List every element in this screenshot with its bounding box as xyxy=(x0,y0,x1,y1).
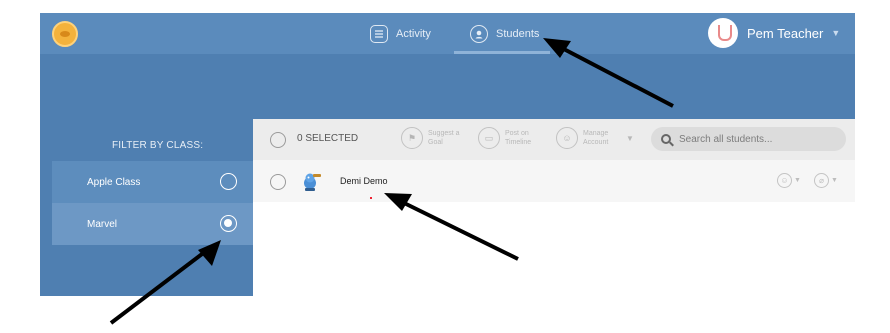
nav-activity[interactable]: Activity xyxy=(370,22,431,46)
chevron-down-icon: ▼ xyxy=(626,134,634,143)
nav-students-label: Students xyxy=(496,28,540,40)
class-radio-selected[interactable] xyxy=(220,215,237,232)
row-attach-action[interactable]: ⌀ ▼ xyxy=(814,173,838,188)
class-item-apple-class[interactable]: Apple Class xyxy=(52,161,253,203)
suggest-goal-button[interactable]: ⚑ Suggest a Goal xyxy=(401,127,462,149)
class-item-marvel[interactable]: Marvel xyxy=(52,203,253,245)
search-input[interactable]: Search all students... xyxy=(651,127,846,151)
chevron-down-icon: ▼ xyxy=(831,28,841,38)
post-timeline-button[interactable]: ▭ Post on Timeline xyxy=(478,127,543,149)
row-checkbox[interactable] xyxy=(270,174,286,190)
list-icon xyxy=(370,25,388,43)
filter-by-class-label: FILTER BY CLASS: xyxy=(112,140,204,151)
class-label: Apple Class xyxy=(87,176,141,188)
chevron-down-icon: ▼ xyxy=(794,177,801,184)
select-all-checkbox[interactable] xyxy=(270,132,286,148)
search-icon xyxy=(661,134,671,144)
active-tab-indicator xyxy=(454,51,550,54)
student-avatar xyxy=(304,173,321,191)
search-placeholder: Search all students... xyxy=(679,133,773,145)
message-icon: ▭ xyxy=(478,127,500,149)
post-timeline-label: Post on Timeline xyxy=(505,130,532,146)
table-row[interactable]: Demi Demo ☺ ▼ ⌀ ▼ xyxy=(253,160,855,202)
nav-activity-label: Activity xyxy=(396,28,431,40)
user-menu[interactable]: Pem Teacher ▼ xyxy=(708,18,840,48)
app-window: Activity Students Pem Teacher ▼ FILTER B… xyxy=(40,13,855,296)
user-icon: ☺ xyxy=(556,127,578,149)
app-logo[interactable] xyxy=(52,21,78,47)
user-avatar xyxy=(708,18,738,48)
top-bar: Activity Students Pem Teacher ▼ xyxy=(40,13,855,54)
chevron-down-icon: ▼ xyxy=(831,177,838,184)
indicator-dot xyxy=(370,197,372,199)
student-name[interactable]: Demi Demo xyxy=(340,176,388,186)
class-label: Marvel xyxy=(87,218,118,230)
paperclip-icon: ⌀ xyxy=(814,173,829,188)
class-radio[interactable] xyxy=(220,173,237,190)
flag-icon: ⚑ xyxy=(401,127,423,149)
manage-account-label: Manage Account xyxy=(583,130,609,146)
user-icon: ☺ xyxy=(777,173,792,188)
manage-account-button[interactable]: ☺ Manage Account xyxy=(556,127,617,149)
student-toolbar: 0 SELECTED ⚑ Suggest a Goal ▭ Post on Ti… xyxy=(253,119,855,160)
selected-count: 0 SELECTED xyxy=(297,133,359,144)
student-icon xyxy=(470,25,488,43)
nav-students[interactable]: Students xyxy=(470,22,539,46)
student-panel: 0 SELECTED ⚑ Suggest a Goal ▭ Post on Ti… xyxy=(253,119,855,296)
user-name: Pem Teacher xyxy=(747,25,824,41)
suggest-goal-label: Suggest a Goal xyxy=(428,130,460,146)
row-account-action[interactable]: ☺ ▼ xyxy=(777,173,801,188)
